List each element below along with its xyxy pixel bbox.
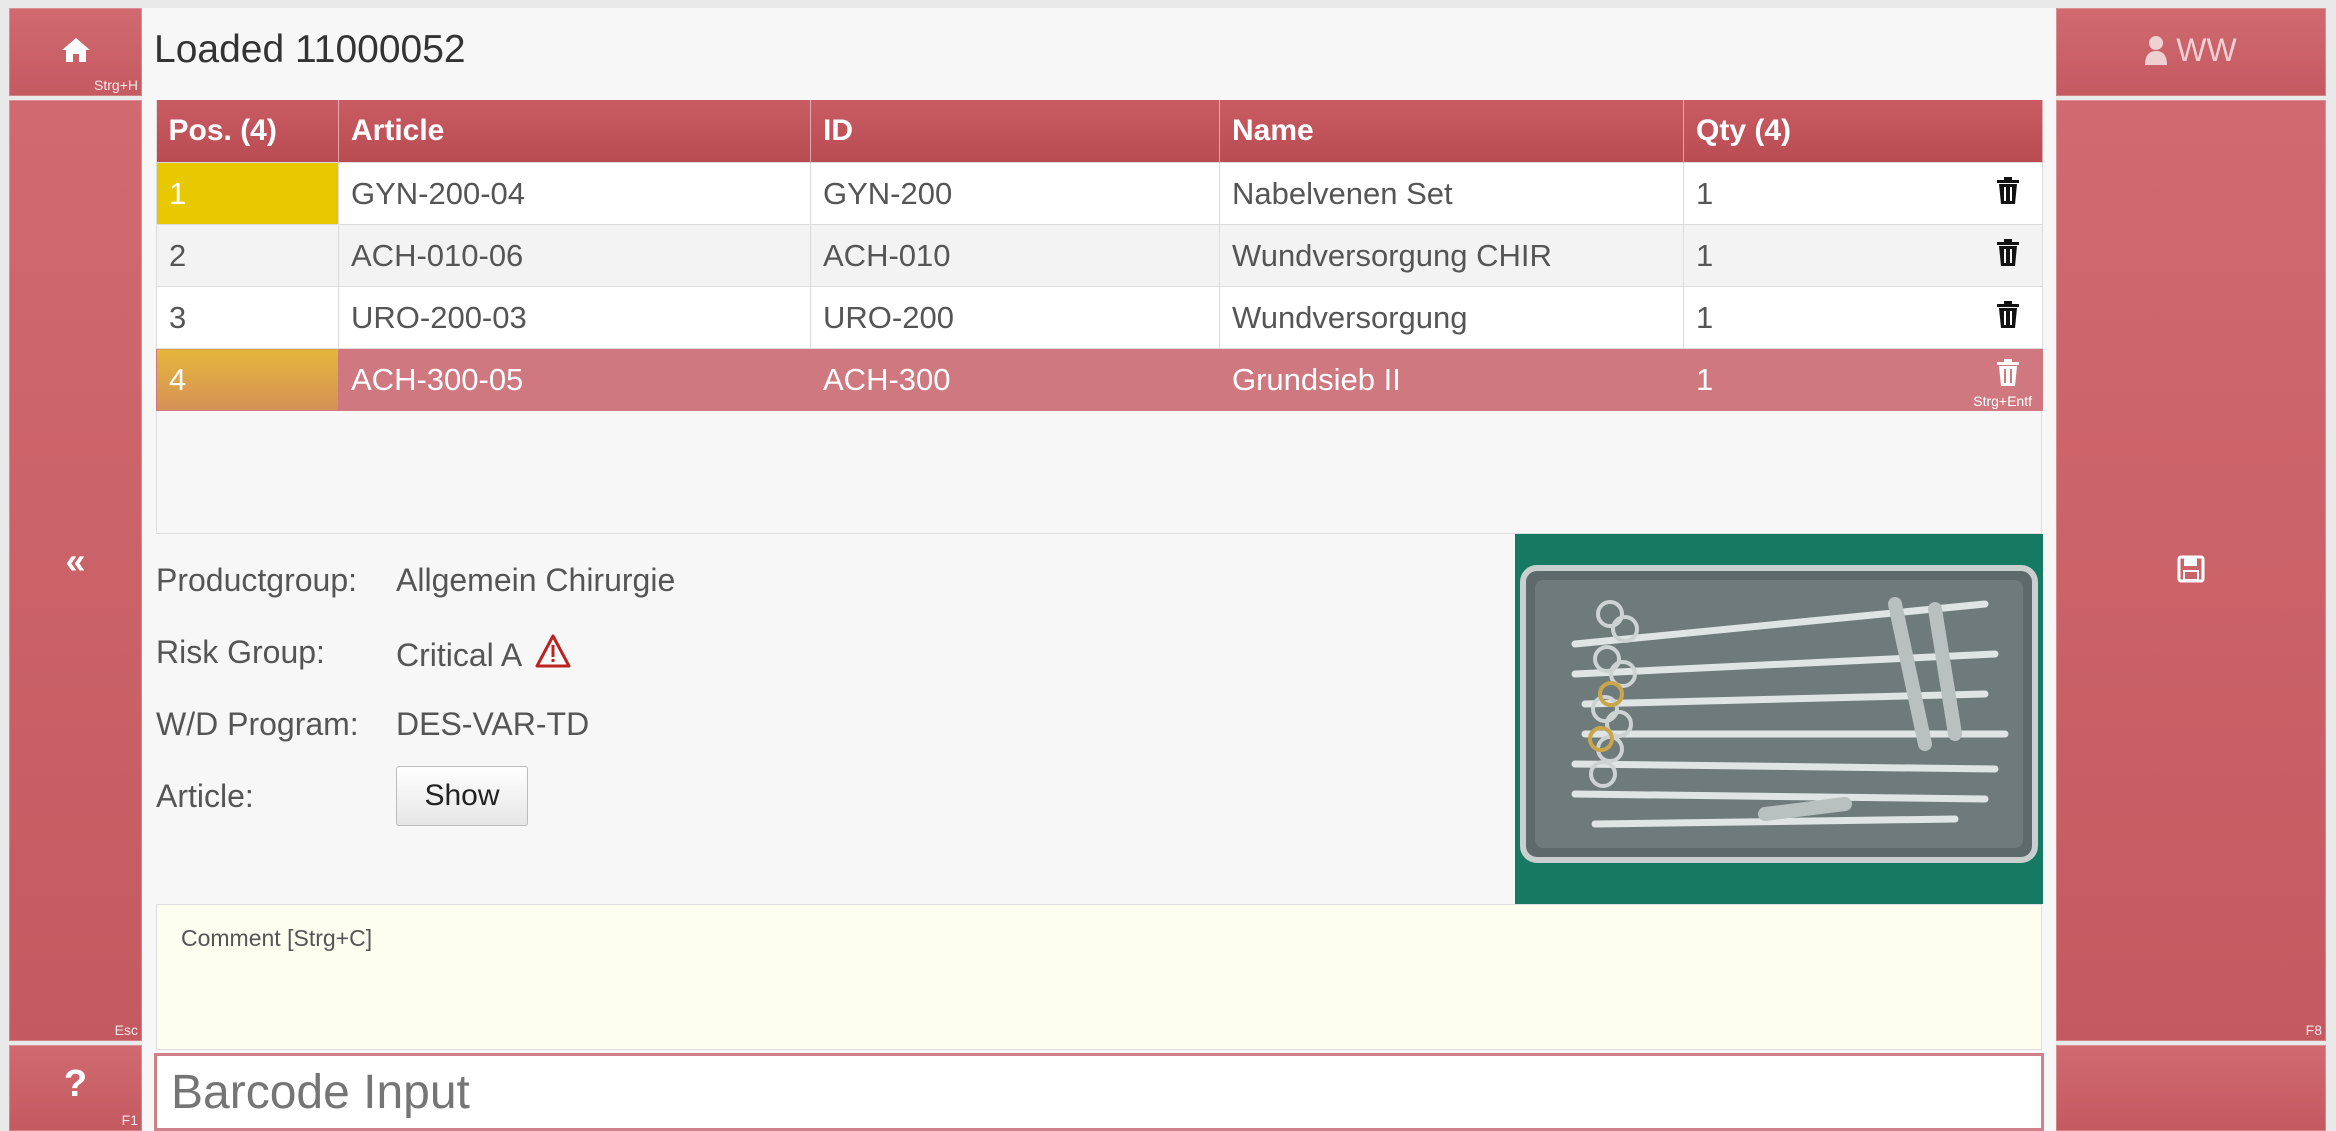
main-panel: Loaded 11000052 Pos. (4) Article ID Name… [142,8,2056,1131]
wd-program-label: W/D Program: [156,706,359,742]
cell-qty: 1 [1683,286,2043,349]
cell-pos: 4 [156,348,339,411]
article-details: Productgroup: Allgemein Chirurgie Risk G… [156,542,1506,902]
cell-pos: 2 [156,224,339,287]
wd-program-value: DES-VAR-TD [396,706,590,742]
table-header-row: Pos. (4) Article ID Name Qty (4) [156,100,2043,163]
header-name[interactable]: Name [1219,100,1684,163]
home-button[interactable]: Strg+H [9,8,142,96]
qty-value: 1 [1696,361,1714,397]
cell-name: Nabelvenen Set [1219,162,1684,225]
detail-article: Article: Show [156,766,556,830]
user-button[interactable]: WW [2056,8,2326,96]
save-button[interactable]: F8 [2056,100,2326,1041]
qty-value: 1 [1696,237,1714,273]
articles-table: Pos. (4) Article ID Name Qty (4) 1 GYN-2… [156,100,2043,411]
question-icon: ? [63,1063,88,1105]
save-shortcut-hint: F8 [2305,1022,2322,1038]
cell-article: GYN-200-04 [338,162,811,225]
article-photo [1515,534,2043,904]
articles-table-container: Pos. (4) Article ID Name Qty (4) 1 GYN-2… [156,100,2043,534]
table-row[interactable]: 3 URO-200-03 URO-200 Wundversorgung 1 [156,286,2043,349]
header-qty[interactable]: Qty (4) [1683,100,2043,163]
qty-value: 1 [1696,175,1714,211]
cell-name: Grundsieb II [1219,348,1684,411]
comment-placeholder: Comment [Strg+C] [181,925,373,951]
barcode-input[interactable] [154,1053,2044,1131]
header-article[interactable]: Article [338,100,811,163]
home-icon [9,36,142,69]
help-button[interactable]: ? F1 [9,1045,142,1131]
double-chevron-left-icon: « [65,540,86,581]
cell-id: URO-200 [810,286,1220,349]
right-bottom-button [2056,1045,2326,1131]
productgroup-label: Productgroup: [156,562,358,598]
cell-article: ACH-300-05 [338,348,811,411]
back-shortcut-hint: Esc [114,1022,138,1038]
article-label: Article: [156,778,254,814]
header-pos[interactable]: Pos. (4) [156,100,339,163]
cell-pos: 3 [156,286,339,349]
cell-id: ACH-300 [810,348,1220,411]
header-id[interactable]: ID [810,100,1220,163]
risk-group-label: Risk Group: [156,634,325,670]
table-row[interactable]: 1 GYN-200-04 GYN-200 Nabelvenen Set 1 [156,162,2043,225]
trash-icon[interactable] [1996,301,2020,337]
trash-icon[interactable] [1996,359,2020,395]
user-initials: WW [2176,32,2237,68]
back-button[interactable]: « Esc [9,100,142,1041]
qty-value: 1 [1696,299,1714,335]
risk-group-value: Critical A [396,637,521,673]
delete-shortcut-hint: Strg+Entf [1973,393,2032,409]
table-row-selected[interactable]: 4 ACH-300-05 ACH-300 Grundsieb II 1 Strg… [156,348,2043,411]
cell-id: ACH-010 [810,224,1220,287]
table-row[interactable]: 2 ACH-010-06 ACH-010 Wundversorgung CHIR… [156,224,2043,287]
show-article-button[interactable]: Show [396,766,528,826]
cell-id: GYN-200 [810,162,1220,225]
help-shortcut-hint: F1 [121,1112,138,1128]
trash-icon[interactable] [1996,177,2020,213]
cell-qty: 1 [1683,162,2043,225]
cell-qty: 1 Strg+Entf [1683,348,2043,411]
cell-name: Wundversorgung [1219,286,1684,349]
user-icon [2145,36,2168,65]
save-icon [2056,555,2326,588]
productgroup-value: Allgemein Chirurgie [396,562,676,598]
cell-article: ACH-010-06 [338,224,811,287]
cell-name: Wundversorgung CHIR [1219,224,1684,287]
home-shortcut-hint: Strg+H [94,77,138,93]
cell-qty: 1 [1683,224,2043,287]
cell-article: URO-200-03 [338,286,811,349]
page-title: Loaded 11000052 [154,28,466,71]
warning-icon [535,634,571,668]
comment-field[interactable]: Comment [Strg+C] [156,904,2042,1050]
trash-icon[interactable] [1996,239,2020,275]
cell-pos: 1 [156,162,339,225]
